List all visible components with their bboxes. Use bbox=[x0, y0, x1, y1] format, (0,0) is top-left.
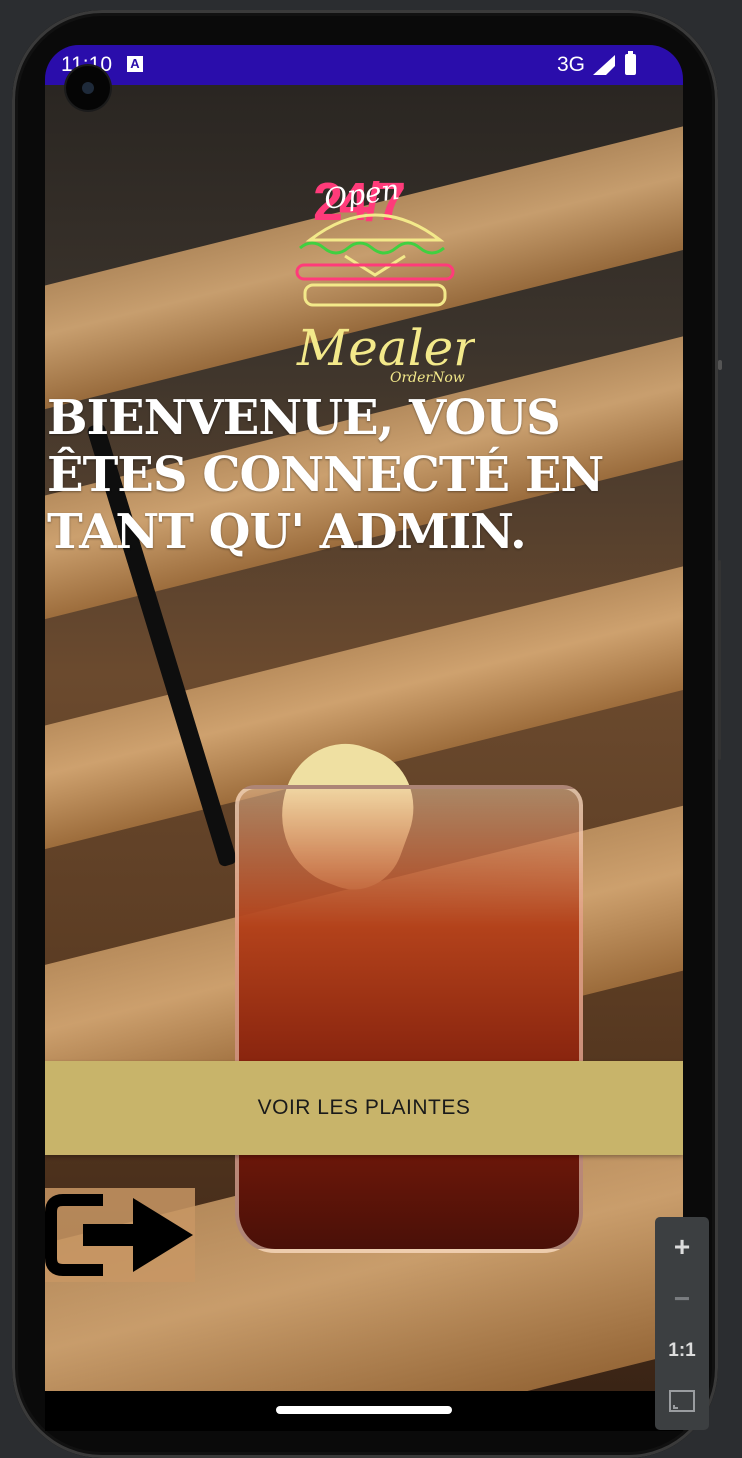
actual-size-button[interactable]: 1:1 bbox=[655, 1329, 709, 1373]
mealer-logo: 24/7 Open Mealer OrderNow bbox=[295, 172, 475, 386]
fit-screen-icon bbox=[669, 1390, 695, 1412]
app-screen: 11:10 A 3G 24/7 Open Mealer OrderNow BIE… bbox=[45, 45, 683, 1391]
welcome-headline: BIENVENUE, VOUS ÊTES CONNECTÉ EN TANT QU… bbox=[47, 390, 604, 560]
cocktail-glass bbox=[235, 785, 583, 1253]
view-complaints-button[interactable]: VOIR LES PLAINTES bbox=[45, 1061, 683, 1155]
logo-brand: Mealer bbox=[296, 319, 475, 377]
battery-icon bbox=[625, 51, 636, 75]
notification-icon: A bbox=[127, 56, 143, 72]
logo-tagline: OrderNow bbox=[390, 370, 465, 386]
zoom-in-button[interactable]: + bbox=[655, 1225, 709, 1269]
signal-icon bbox=[593, 55, 615, 75]
emulator-zoom-panel: + − 1:1 bbox=[655, 1217, 709, 1430]
fit-screen-button[interactable] bbox=[655, 1379, 709, 1423]
network-type: 3G bbox=[557, 53, 586, 76]
burger-bun-bottom bbox=[303, 283, 447, 307]
burger-patty bbox=[295, 263, 455, 281]
burger-lettuce bbox=[299, 241, 445, 255]
status-bar: 11:10 A 3G bbox=[45, 45, 683, 85]
logout-icon bbox=[45, 1194, 193, 1276]
volume-button[interactable] bbox=[718, 560, 721, 760]
camera-cutout bbox=[66, 66, 110, 110]
zoom-out-button[interactable]: − bbox=[655, 1277, 709, 1321]
home-gesture-bar[interactable] bbox=[276, 1406, 452, 1414]
logout-button[interactable] bbox=[45, 1188, 195, 1282]
navigation-bar bbox=[45, 1391, 683, 1431]
power-button[interactable] bbox=[718, 360, 722, 370]
